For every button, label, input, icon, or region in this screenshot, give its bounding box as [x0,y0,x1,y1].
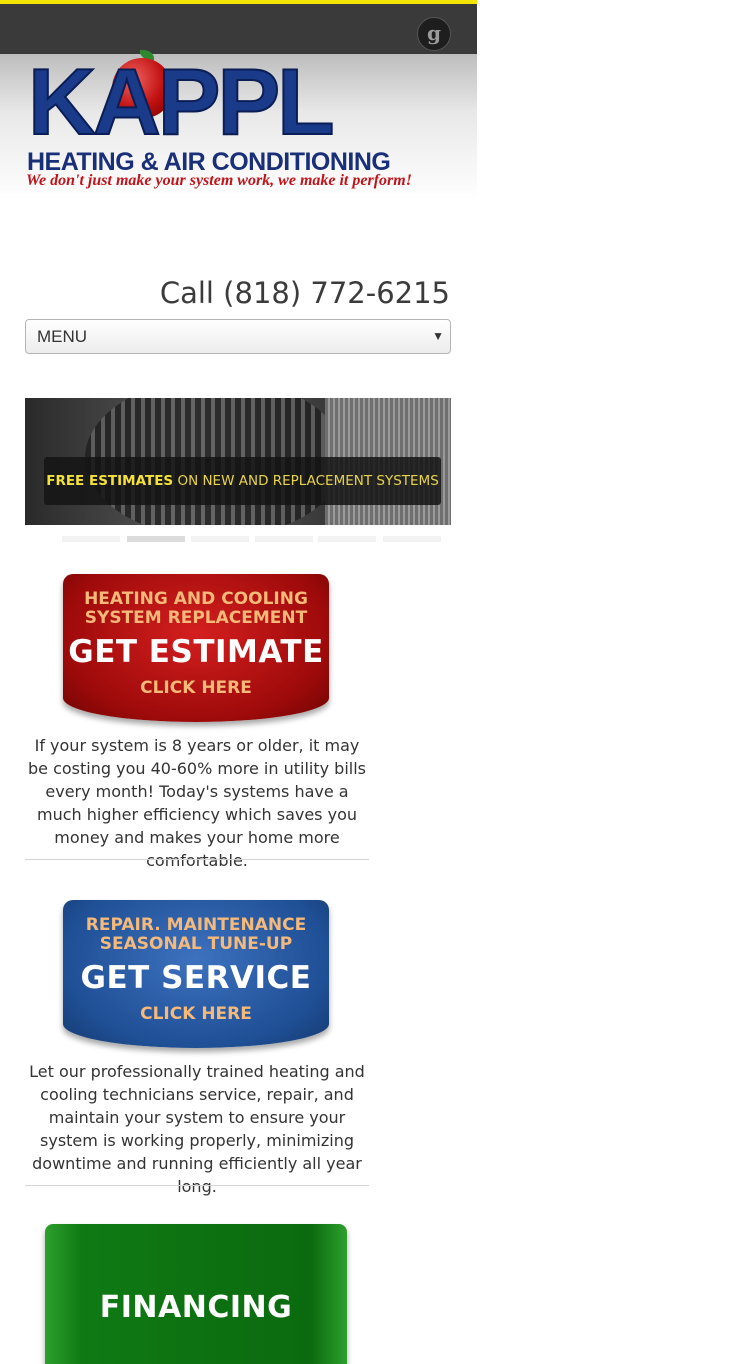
slide-caption: FREE ESTIMATES ON NEW AND REPLACEMENT SY… [44,457,441,505]
divider [25,859,369,860]
service-badge-cta: CLICK HERE [140,1004,252,1024]
slider-dot[interactable] [318,536,376,542]
call-phone-link[interactable]: Call (818) 772-6215 [160,276,450,310]
estimate-badge: HEATING AND COOLING SYSTEM REPLACEMENT G… [63,574,329,722]
financing-badge: FINANCING [45,1224,347,1364]
slider-dot[interactable] [383,536,441,542]
slider-dot-active[interactable] [127,536,185,542]
google-plus-icon[interactable]: g [417,17,451,51]
estimate-badge-title: GET ESTIMATE [68,634,324,670]
slide-caption-bold: FREE ESTIMATES [46,473,174,489]
chevron-down-icon: ▼ [432,329,444,343]
service-badge: REPAIR. MAINTENANCE SEASONAL TUNE-UP GET… [63,900,329,1048]
menu-select[interactable]: MENU ▼ [25,319,451,354]
logo-tagline: We don't just make your system work, we … [26,172,412,189]
slider-dot[interactable] [62,536,120,542]
service-badge-title: GET SERVICE [80,960,312,996]
slider-dot[interactable] [191,536,249,542]
financing-button[interactable]: FINANCING [45,1224,347,1364]
estimate-badge-cta: CLICK HERE [140,678,252,698]
divider [25,1185,369,1186]
menu-label: MENU [37,327,88,346]
estimate-description: If your system is 8 years or older, it m… [28,736,366,870]
service-description: Let our professionally trained heating a… [29,1062,365,1196]
logo-wordmark: KAPPL [27,49,336,154]
slide-caption-rest: ON NEW AND REPLACEMENT SYSTEMS [173,473,439,489]
service-badge-heading: REPAIR. MAINTENANCE SEASONAL TUNE-UP [85,915,307,954]
financing-badge-title: FINANCING [99,1290,293,1325]
top-bar: g [0,0,477,54]
get-estimate-button[interactable]: HEATING AND COOLING SYSTEM REPLACEMENT G… [60,574,332,732]
slider-pagination [62,536,442,542]
get-service-button[interactable]: REPAIR. MAINTENANCE SEASONAL TUNE-UP GET… [60,900,332,1058]
hero-slider[interactable]: FREE ESTIMATES ON NEW AND REPLACEMENT SY… [25,398,451,525]
slider-dot[interactable] [255,536,313,542]
estimate-badge-heading: HEATING AND COOLING SYSTEM REPLACEMENT [84,589,308,628]
